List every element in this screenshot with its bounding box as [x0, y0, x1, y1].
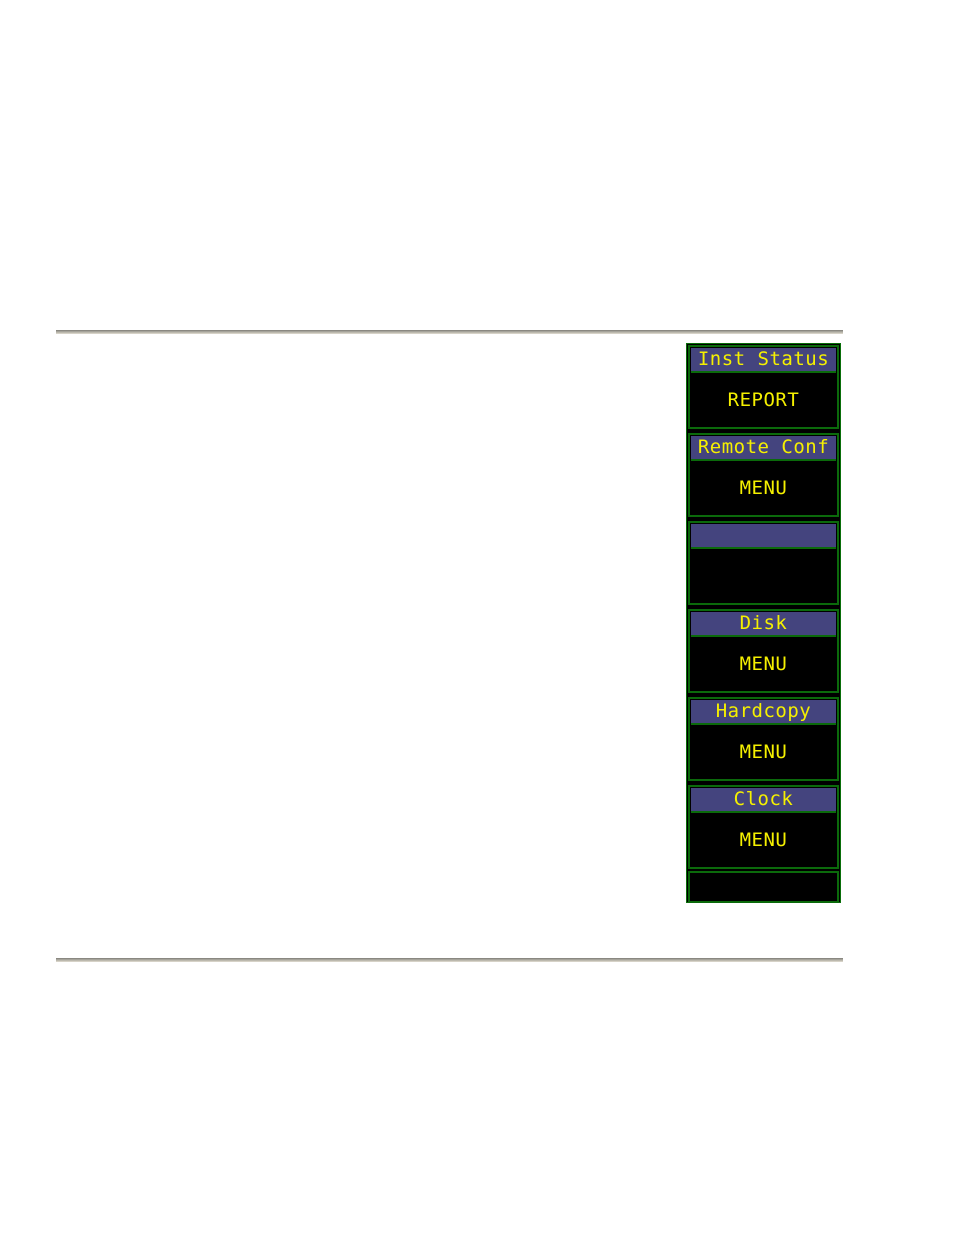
softkey-value: MENU [739, 829, 788, 851]
softkey-remote-conf[interactable]: Remote Conf MENU [688, 433, 839, 517]
softkey-hardcopy[interactable]: Hardcopy MENU [688, 697, 839, 781]
softkey-label: Hardcopy [691, 700, 836, 725]
softkey-label: Inst Status [691, 348, 836, 373]
softkey-blank[interactable] [688, 521, 839, 605]
softkey-clock[interactable]: Clock MENU [688, 785, 839, 869]
softkey-label: Clock [691, 788, 836, 813]
bottom-divider-rule [56, 958, 843, 962]
softkey-value [690, 549, 837, 603]
softkey-inst-status[interactable]: Inst Status REPORT [688, 345, 839, 429]
top-divider-rule [56, 330, 843, 334]
softkey-disk[interactable]: Disk MENU [688, 609, 839, 693]
softkey-label [691, 524, 836, 549]
softkey-value: REPORT [727, 389, 800, 411]
softkey-label: Disk [691, 612, 836, 637]
softkey-label: Remote Conf [691, 436, 836, 461]
softkey-value: MENU [739, 741, 788, 763]
softkey-value: MENU [739, 653, 788, 675]
softkey-bottom-empty[interactable] [688, 871, 839, 903]
softkey-value: MENU [739, 477, 788, 499]
softkey-menu-panel: Inst Status REPORT Remote Conf MENU Disk… [686, 343, 841, 903]
